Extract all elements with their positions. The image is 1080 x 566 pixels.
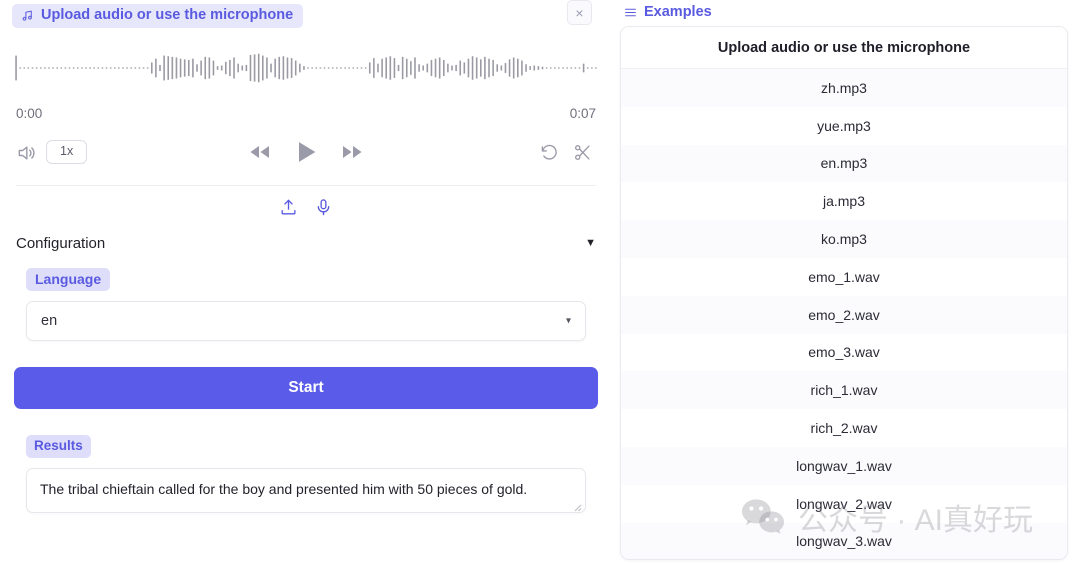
examples-row[interactable]: en.mp3 <box>621 144 1067 183</box>
list-icon <box>624 6 637 19</box>
start-button[interactable]: Start <box>14 367 598 409</box>
configuration-title: Configuration <box>16 235 106 252</box>
examples-row[interactable]: ko.mp3 <box>621 220 1067 258</box>
input-methods-row <box>12 186 600 217</box>
music-note-icon <box>21 9 34 22</box>
waveform-area[interactable] <box>12 34 600 102</box>
examples-title: Examples <box>644 4 712 20</box>
audio-input-panel: Upload audio or use the microphone × 0:0… <box>0 0 612 566</box>
examples-row[interactable]: longwav_1.wav <box>621 446 1067 485</box>
examples-column-header: Upload audio or use the microphone <box>621 27 1067 69</box>
examples-row[interactable]: emo_1.wav <box>621 258 1067 296</box>
example-file-name: emo_2.wav <box>808 306 880 323</box>
example-file-name: emo_1.wav <box>808 268 880 285</box>
example-file-name: longwav_3.wav <box>796 533 892 550</box>
example-file-name: emo_3.wav <box>808 344 880 361</box>
undo-icon[interactable] <box>540 143 559 162</box>
audio-waveform[interactable] <box>14 34 598 102</box>
upload-icon[interactable] <box>279 198 298 217</box>
close-icon: × <box>575 4 584 21</box>
examples-row[interactable]: emo_2.wav <box>621 295 1067 334</box>
fast-forward-icon[interactable] <box>340 140 364 164</box>
audio-file-badge: Upload audio or use the microphone <box>12 4 304 28</box>
example-file-name: ko.mp3 <box>821 231 867 248</box>
scissors-icon[interactable] <box>573 143 592 162</box>
player-controls-left: 1x <box>12 140 88 164</box>
examples-row-list: zh.mp3 yue.mp3 en.mp3 ja.mp3 ko.mp3 emo_1.wav… <box>621 69 1067 559</box>
close-button[interactable]: × <box>567 0 592 25</box>
microphone-icon[interactable] <box>314 198 333 217</box>
playback-speed-button[interactable]: 1x <box>46 140 88 164</box>
player-controls-right <box>540 143 600 162</box>
app-root: Upload audio or use the microphone × 0:0… <box>0 0 1080 566</box>
examples-row[interactable]: emo_3.wav <box>621 334 1067 372</box>
example-file-name: longwav_2.wav <box>796 495 892 512</box>
examples-row[interactable]: longwav_2.wav <box>621 485 1067 523</box>
examples-row[interactable]: yue.mp3 <box>621 107 1067 145</box>
example-file-name: zh.mp3 <box>821 79 867 96</box>
configuration-header[interactable]: Configuration ▼ <box>12 217 600 252</box>
resize-handle-icon[interactable] <box>570 498 582 512</box>
examples-table: Upload audio or use the microphone zh.mp… <box>620 26 1068 560</box>
example-file-name: yue.mp3 <box>817 117 871 134</box>
chevron-down-icon: ▾ <box>565 315 571 327</box>
language-label: Language <box>26 268 111 291</box>
language-select[interactable]: en ▾ <box>26 301 586 341</box>
example-file-name: rich_2.wav <box>810 420 878 437</box>
time-row: 0:00 0:07 <box>12 102 600 121</box>
results-label: Results <box>26 435 91 458</box>
example-file-name: rich_1.wav <box>810 382 878 399</box>
chevron-down-icon[interactable]: ▼ <box>585 238 596 249</box>
results-text: The tribal chieftain called for the boy … <box>40 480 528 497</box>
examples-row[interactable]: rich_2.wav <box>621 409 1067 447</box>
example-file-name: en.mp3 <box>820 155 868 172</box>
examples-row[interactable]: zh.mp3 <box>621 69 1067 107</box>
results-textarea[interactable]: The tribal chieftain called for the boy … <box>26 467 586 513</box>
examples-row[interactable]: longwav_3.wav <box>621 522 1067 559</box>
player-transport <box>12 138 600 166</box>
examples-panel: Examples Upload audio or use the microph… <box>612 0 1080 566</box>
time-end: 0:07 <box>569 106 596 121</box>
player-controls: 1x <box>12 129 600 175</box>
time-start: 0:00 <box>16 106 43 121</box>
example-file-name: longwav_1.wav <box>796 457 892 474</box>
play-icon[interactable] <box>292 138 320 166</box>
rewind-icon[interactable] <box>248 140 272 164</box>
examples-row[interactable]: rich_1.wav <box>621 371 1067 410</box>
language-value: en <box>41 313 58 329</box>
examples-row[interactable]: ja.mp3 <box>621 182 1067 220</box>
example-file-name: ja.mp3 <box>822 193 866 210</box>
volume-icon[interactable] <box>16 143 36 161</box>
audio-file-label: Upload audio or use the microphone <box>41 7 294 23</box>
audio-header-row: Upload audio or use the microphone × <box>12 0 600 30</box>
examples-header: Examples <box>620 0 1068 26</box>
